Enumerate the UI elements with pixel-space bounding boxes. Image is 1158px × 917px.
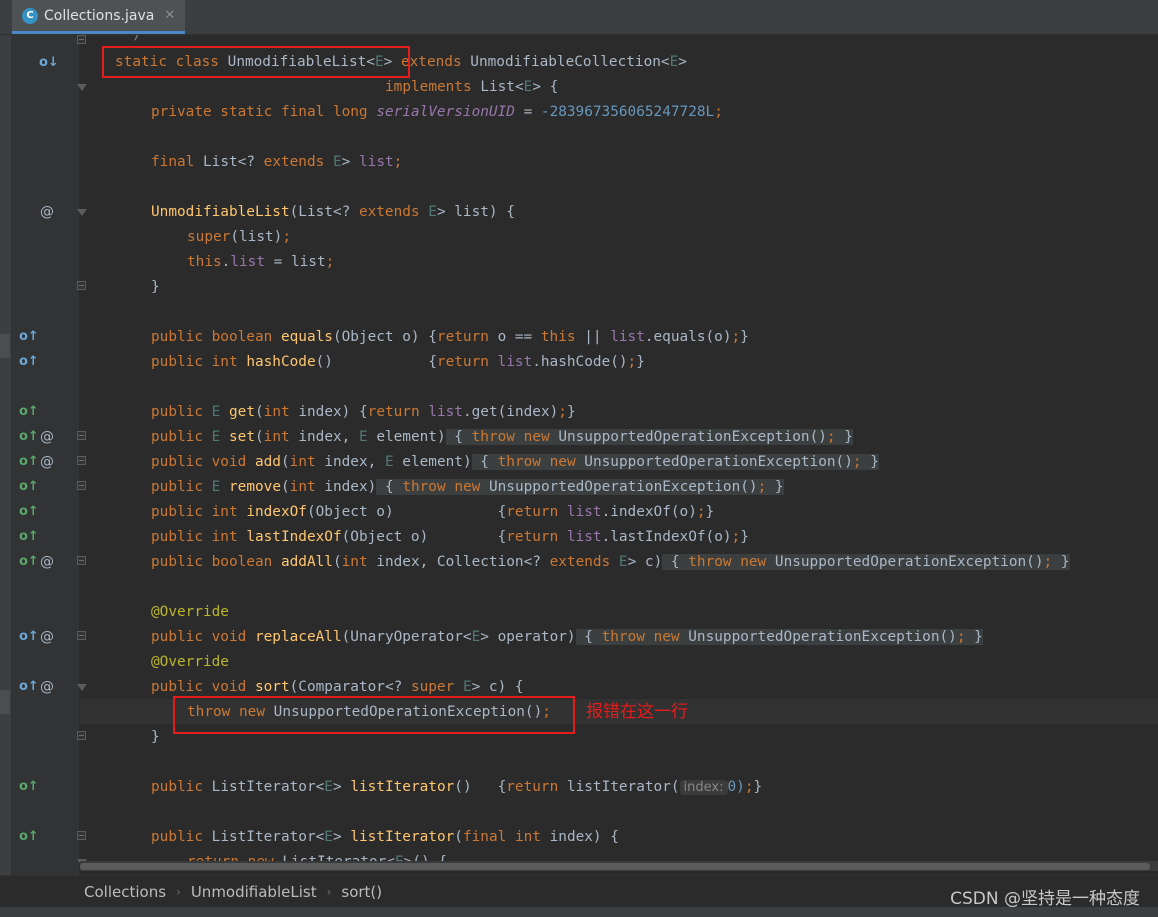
code-line: public void replaceAll(UnaryOperator<E> … xyxy=(151,629,983,645)
annotation-gutter-icon: @ xyxy=(40,204,54,220)
implements-method-gutter-icon[interactable]: o↑ xyxy=(19,479,39,494)
error-annotation-label: 报错在这一行 xyxy=(586,702,688,722)
annotation-gutter-icon: @ xyxy=(40,629,54,645)
breadcrumb-item-unmodifiablelist[interactable]: UnmodifiableList xyxy=(191,883,317,901)
editor-tab-bar: C Collections.java ✕ xyxy=(0,0,1158,35)
csdn-watermark: CSDN @坚持是一种态度 xyxy=(950,889,1140,909)
code-line: public ListIterator<E> listIterator() {r… xyxy=(151,779,763,795)
chevron-right-icon: › xyxy=(326,885,332,899)
annotation-gutter-icon: @ xyxy=(40,429,54,445)
annotation-gutter-icon: @ xyxy=(40,554,54,570)
tab-collections-java[interactable]: C Collections.java ✕ xyxy=(12,0,186,34)
code-line: public int indexOf(Object o) {return lis… xyxy=(151,504,715,520)
implements-method-gutter-icon[interactable]: o↑ xyxy=(19,504,39,519)
tool-strip-marker xyxy=(0,334,10,358)
implements-method-gutter-icon[interactable]: o↑ xyxy=(19,779,39,794)
code-line: public void add(int index, E element) { … xyxy=(151,454,879,470)
implements-method-gutter-icon[interactable]: o↑ xyxy=(19,529,39,544)
tool-strip-marker xyxy=(0,690,10,714)
code-line: final List<? extends E> list; xyxy=(151,154,403,170)
code-line: } xyxy=(151,279,160,295)
code-line: this.list = list; xyxy=(187,254,335,270)
highlight-box-class-declaration xyxy=(102,46,410,78)
scrollbar-thumb[interactable] xyxy=(80,863,1150,870)
implements-method-gutter-icon[interactable]: o↑ xyxy=(19,829,39,844)
overrides-gutter-icon[interactable]: o↑ xyxy=(19,679,39,694)
code-line: super(list); xyxy=(187,229,291,245)
code-line: public int lastIndexOf(Object o) {return… xyxy=(151,529,749,545)
annotation-gutter-icon: @ xyxy=(40,454,54,470)
implements-method-gutter-icon[interactable]: o↑ xyxy=(19,429,39,444)
breadcrumb-item-collections[interactable]: Collections xyxy=(84,883,166,901)
code-line: @Override xyxy=(151,604,229,620)
annotation-gutter-icon: @ xyxy=(40,679,54,695)
close-icon[interactable]: ✕ xyxy=(164,8,175,23)
code-line: @Override xyxy=(151,654,229,670)
code-line: } xyxy=(151,729,160,745)
code-editor[interactable]: */ static class UnmodifiableList<E> exte… xyxy=(80,35,1158,875)
code-line: UnmodifiableList(List<? extends E> list)… xyxy=(151,204,515,220)
breadcrumb-item-sort[interactable]: sort() xyxy=(341,883,382,901)
code-line: public boolean addAll(int index, Collect… xyxy=(151,554,1070,570)
code-line: implements List<E> { xyxy=(385,79,559,95)
editor-gutter: o↓ @ o↑ o↑ o↑ o↑ @ o↑ @ o↑ o↑ o↑ o↑ @ o↑… xyxy=(11,35,87,875)
overrides-gutter-icon[interactable]: o↑ xyxy=(19,329,39,344)
code-line: public E remove(int index) { throw new U… xyxy=(151,479,784,495)
code-line: public E get(int index) {return list.get… xyxy=(151,404,576,420)
highlight-box-error-line xyxy=(173,696,575,734)
tab-label: Collections.java xyxy=(44,7,155,24)
code-line: public int hashCode() {return list.hashC… xyxy=(151,354,645,370)
overrides-gutter-icon[interactable]: o↑ xyxy=(19,354,39,369)
code-line: public ListIterator<E> listIterator(fina… xyxy=(151,829,619,845)
overrides-gutter-icon[interactable]: o↑ xyxy=(19,629,39,644)
parameter-hint: index: xyxy=(679,780,728,795)
bottom-status-strip xyxy=(0,907,1158,917)
java-class-icon: C xyxy=(22,7,38,24)
implements-method-gutter-icon[interactable]: o↑ xyxy=(19,454,39,469)
code-line: private static final long serialVersionU… xyxy=(151,104,723,120)
horizontal-scrollbar[interactable] xyxy=(80,861,1158,871)
implements-method-gutter-icon[interactable]: o↑ xyxy=(19,404,39,419)
implements-gutter-icon[interactable]: o↓ xyxy=(39,55,59,70)
code-line: public boolean equals(Object o) {return … xyxy=(151,329,749,345)
chevron-right-icon: › xyxy=(176,885,181,899)
code-line: public E set(int index, E element) { thr… xyxy=(151,429,853,445)
implements-method-gutter-icon[interactable]: o↑ xyxy=(19,554,39,569)
